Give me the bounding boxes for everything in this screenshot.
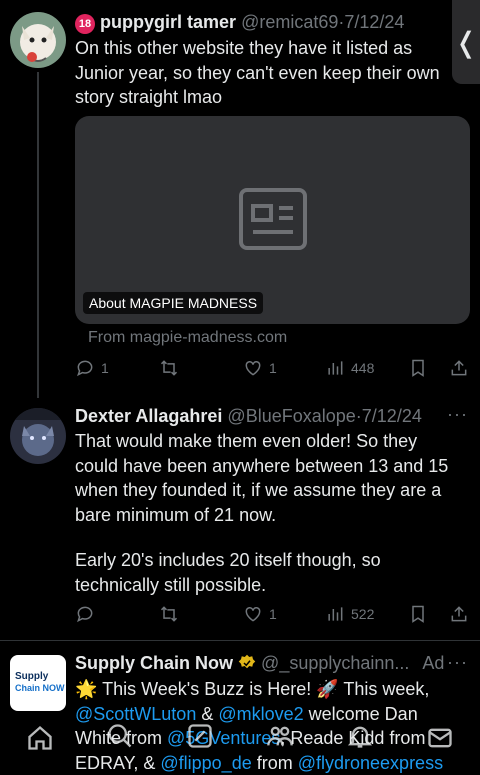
- heart-icon: [243, 604, 263, 624]
- link-card[interactable]: About MAGPIE MADNESS: [75, 116, 470, 324]
- like-button[interactable]: 1: [243, 356, 277, 380]
- like-count: 1: [269, 360, 277, 376]
- tweet-date[interactable]: 7/12/24: [362, 406, 422, 426]
- avatar-remicat69[interactable]: [10, 12, 66, 68]
- reply-count: 1: [101, 360, 109, 376]
- retweet-button[interactable]: [159, 602, 179, 626]
- bell-icon: [346, 722, 374, 750]
- analytics-icon: [325, 604, 345, 624]
- analytics-icon: [325, 358, 345, 378]
- like-button[interactable]: 1: [243, 602, 277, 626]
- nav-grok[interactable]: [186, 722, 214, 750]
- mail-icon: [426, 724, 454, 752]
- chevron-left-icon: ❬: [454, 26, 477, 59]
- tweet2-header: Dexter Allagahrei @BlueFoxalope·7/12/24: [75, 405, 422, 427]
- share-button[interactable]: [449, 356, 469, 380]
- views-count: 448: [351, 360, 374, 376]
- ad-label: Ad: [422, 653, 444, 673]
- tweet-remicat69[interactable]: 18 puppygirl tamer @remicat69·7/12/24 On…: [0, 0, 480, 400]
- retweet-button[interactable]: [159, 356, 179, 380]
- age-18-badge-icon: 18: [75, 14, 95, 34]
- tweet2-text-p2: Early 20's includes 20 itself though, so…: [75, 548, 465, 597]
- views-count: 522: [351, 606, 374, 622]
- bookmark-button[interactable]: [408, 356, 428, 380]
- tweet-date[interactable]: 7/12/24: [344, 12, 404, 32]
- reply-button[interactable]: 1: [75, 356, 109, 380]
- share-icon: [449, 358, 469, 378]
- search-icon: [106, 722, 134, 750]
- card-source[interactable]: From magpie-madness.com: [88, 329, 287, 347]
- more-options-button[interactable]: ···: [447, 652, 468, 673]
- avatar-image: [10, 12, 66, 68]
- author-name[interactable]: puppygirl tamer: [100, 12, 236, 32]
- tweet-bluefoxalope[interactable]: Dexter Allagahrei @BlueFoxalope·7/12/24 …: [0, 400, 480, 638]
- reply-icon: [75, 604, 95, 624]
- views-button[interactable]: 448: [325, 356, 374, 380]
- nav-communities[interactable]: [266, 722, 294, 750]
- author-handle[interactable]: @BlueFoxalope: [227, 406, 355, 426]
- communities-icon: [266, 722, 294, 750]
- tweet2-text-p1: That would make them even older! So they…: [75, 429, 465, 527]
- bookmark-button[interactable]: [408, 602, 428, 626]
- author-name[interactable]: Dexter Allagahrei: [75, 406, 222, 426]
- share-icon: [449, 604, 469, 624]
- nav-search[interactable]: [106, 722, 134, 750]
- nav-home[interactable]: [26, 724, 54, 752]
- views-button[interactable]: 522: [325, 602, 374, 626]
- author-handle[interactable]: @_supplychainn...: [261, 653, 409, 673]
- heart-icon: [243, 358, 263, 378]
- author-name[interactable]: Supply Chain Now: [75, 653, 233, 673]
- nav-messages[interactable]: [426, 724, 454, 752]
- author-handle[interactable]: @remicat69: [241, 12, 338, 32]
- share-button[interactable]: [449, 602, 469, 626]
- retweet-icon: [159, 604, 179, 624]
- ad-header: Supply Chain Now @_supplychainn... Ad: [75, 652, 444, 674]
- avatar-bluefoxalope[interactable]: [10, 408, 66, 464]
- bottom-navigation: [0, 712, 480, 766]
- grok-icon: [186, 722, 214, 750]
- tweet2-actions: 1 522: [75, 602, 470, 626]
- retweet-icon: [159, 358, 179, 378]
- avatar-image: [10, 408, 66, 464]
- logo-text-supply: Supply: [15, 671, 48, 682]
- home-icon: [26, 724, 54, 752]
- bookmark-icon: [408, 358, 428, 378]
- reply-button[interactable]: [75, 602, 95, 626]
- card-title: About MAGPIE MADNESS: [83, 292, 263, 314]
- logo-text-chain-now: Chain NOW: [15, 683, 65, 693]
- reply-icon: [75, 358, 95, 378]
- nav-notifications[interactable]: [346, 722, 374, 750]
- verified-badge-icon: [238, 654, 256, 672]
- tweet1-text: On this other website they have it liste…: [75, 36, 465, 110]
- ad-line-1: 🌟 This Week's Buzz is Here! 🚀 This week,: [75, 677, 465, 702]
- bookmark-icon: [408, 604, 428, 624]
- side-panel-toggle[interactable]: ❬: [452, 0, 480, 84]
- article-icon: [239, 188, 307, 250]
- avatar-supplychainnow[interactable]: Supply Chain NOW: [10, 655, 66, 711]
- tweet1-header: 18 puppygirl tamer @remicat69·7/12/24: [75, 11, 404, 34]
- more-options-button[interactable]: ···: [447, 404, 468, 425]
- tweet1-actions: 1 1 448: [75, 356, 470, 380]
- like-count: 1: [269, 606, 277, 622]
